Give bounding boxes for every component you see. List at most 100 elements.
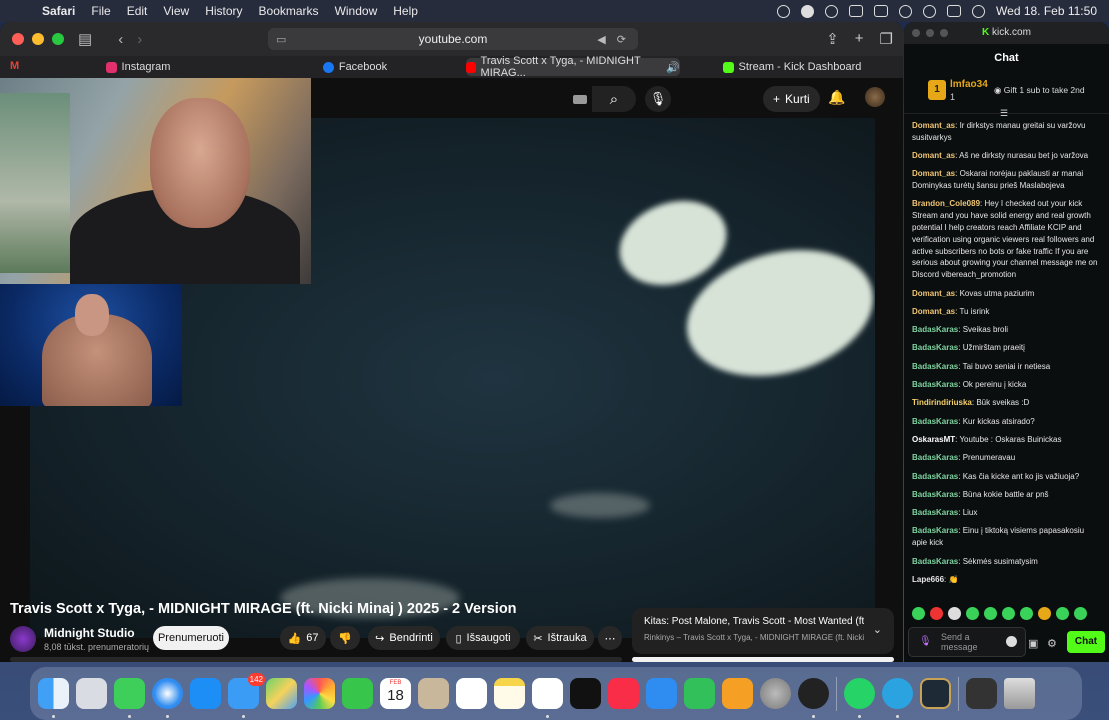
wifi-icon[interactable] bbox=[899, 4, 913, 18]
chat-username[interactable]: BadasKaras bbox=[912, 380, 958, 389]
voice-search-icon[interactable]: 🎙 bbox=[645, 86, 671, 112]
search-button[interactable]: ⌕ bbox=[592, 86, 636, 112]
chevron-down-icon[interactable]: ⌄ bbox=[873, 623, 882, 636]
chat-username[interactable]: BadasKaras bbox=[912, 472, 958, 481]
pinned-toggle-icon[interactable]: ☰ bbox=[1000, 108, 1008, 119]
facetime-icon[interactable] bbox=[342, 678, 373, 709]
finder-icon[interactable] bbox=[38, 678, 69, 718]
chat-input[interactable]: 🎙 Send a message bbox=[908, 627, 1026, 657]
emote-icon[interactable] bbox=[1074, 607, 1087, 620]
chat-username[interactable]: Lape666 bbox=[912, 575, 944, 584]
minimize-window-button[interactable] bbox=[32, 33, 44, 45]
channel-name[interactable]: Midnight Studio bbox=[44, 626, 135, 640]
emote-icon[interactable] bbox=[912, 607, 925, 620]
dislike-button[interactable]: 👎 bbox=[330, 626, 360, 650]
recommendation-card[interactable] bbox=[632, 657, 894, 662]
like-button[interactable]: 👍 67 bbox=[280, 626, 326, 650]
clock[interactable]: Wed 18. Feb 11:50 bbox=[996, 4, 1097, 18]
obs-icon[interactable] bbox=[798, 678, 829, 718]
back-icon[interactable]: ‹ bbox=[118, 31, 123, 48]
description-box[interactable] bbox=[10, 657, 622, 662]
up-next-playlist[interactable]: Kitas: Post Malone, Travis Scott - Most … bbox=[632, 608, 894, 654]
chat-username[interactable]: BadasKaras bbox=[912, 557, 958, 566]
gift-username[interactable]: lmfao34 bbox=[950, 79, 988, 90]
chat-username[interactable]: BadasKaras bbox=[912, 453, 958, 462]
settings-gear-icon[interactable]: ⚙ bbox=[1047, 637, 1057, 650]
battery-icon[interactable] bbox=[874, 5, 889, 17]
chat-username[interactable]: BadasKaras bbox=[912, 508, 958, 517]
account-avatar[interactable] bbox=[865, 87, 885, 107]
chat-username[interactable]: BadasKaras bbox=[912, 490, 958, 499]
emote-icon[interactable] bbox=[930, 607, 943, 620]
vpn-icon[interactable] bbox=[801, 4, 815, 18]
whatsapp-icon[interactable] bbox=[844, 678, 875, 718]
system-settings-icon[interactable] bbox=[760, 678, 791, 709]
mic-icon[interactable]: 🎙 bbox=[919, 636, 932, 647]
forward-icon[interactable]: › bbox=[137, 31, 142, 48]
chat-username[interactable]: Domant_as bbox=[912, 289, 955, 298]
speaker-icon[interactable]: 🔊 bbox=[666, 61, 680, 74]
menu-edit[interactable]: Edit bbox=[119, 4, 156, 18]
chat-username[interactable]: BadasKaras bbox=[912, 362, 958, 371]
emote-icon[interactable] bbox=[1038, 607, 1051, 620]
music-icon[interactable] bbox=[608, 678, 639, 709]
search-icon[interactable] bbox=[923, 4, 937, 18]
control-center-icon[interactable] bbox=[947, 5, 962, 17]
chat-username[interactable]: Domant_as bbox=[912, 307, 955, 316]
keynote-icon[interactable] bbox=[646, 678, 677, 709]
menu-app-name[interactable]: Safari bbox=[34, 4, 83, 18]
photos-icon[interactable] bbox=[304, 678, 335, 709]
status-icon[interactable] bbox=[777, 4, 791, 18]
safari-icon[interactable] bbox=[152, 678, 183, 718]
clip-button[interactable]: ✂ Ištrauka bbox=[526, 626, 594, 650]
league-of-legends-icon[interactable] bbox=[920, 678, 951, 709]
messages-icon[interactable] bbox=[114, 678, 145, 718]
tab-instagram[interactable]: Instagram bbox=[30, 58, 246, 76]
pages-icon[interactable] bbox=[722, 678, 753, 709]
save-button[interactable]: ▯ Išsaugoti bbox=[446, 626, 520, 650]
tv-icon[interactable] bbox=[570, 678, 601, 709]
telegram-icon[interactable] bbox=[882, 678, 913, 718]
emote-icon[interactable] bbox=[1020, 607, 1033, 620]
chat-username[interactable]: Domant_as bbox=[912, 169, 955, 178]
mail-icon[interactable]: 142 bbox=[228, 673, 265, 718]
gift-cta[interactable]: ◉ Gift 1 sub to take 2nd bbox=[994, 85, 1085, 96]
gift-box-icon[interactable]: ▣ bbox=[1028, 637, 1038, 650]
tab-overview-icon[interactable]: ❐ bbox=[880, 30, 893, 48]
share-icon[interactable]: ⇪ bbox=[826, 30, 839, 48]
launchpad-icon[interactable] bbox=[76, 678, 107, 709]
freeform-icon[interactable] bbox=[532, 678, 563, 718]
close-window-button[interactable] bbox=[12, 33, 24, 45]
menu-window[interactable]: Window bbox=[327, 4, 386, 18]
address-bar[interactable]: ▭ youtube.com ◀ ⟳ bbox=[268, 28, 638, 50]
menu-bookmarks[interactable]: Bookmarks bbox=[251, 4, 327, 18]
emote-icon[interactable] bbox=[966, 607, 979, 620]
more-actions-button[interactable]: ⋯ bbox=[598, 626, 622, 650]
play-icon[interactable] bbox=[825, 4, 839, 18]
emote-icon[interactable] bbox=[948, 607, 961, 620]
notes-icon[interactable] bbox=[494, 678, 525, 709]
recent-window-icon[interactable] bbox=[966, 678, 997, 709]
chat-username[interactable]: Tindirindiriuska bbox=[912, 398, 972, 407]
share-button[interactable]: ↪ Bendrinti bbox=[368, 626, 440, 650]
reminders-icon[interactable] bbox=[456, 678, 487, 709]
chat-username[interactable]: BadasKaras bbox=[912, 417, 958, 426]
chat-username[interactable]: BadasKaras bbox=[912, 325, 958, 334]
chat-username[interactable]: Brandon_Cole089 bbox=[912, 199, 980, 208]
tab-facebook[interactable]: Facebook bbox=[246, 58, 464, 76]
tab-kick[interactable]: Stream - Kick Dashboard bbox=[682, 58, 902, 76]
create-button[interactable]: + Kurti bbox=[763, 86, 820, 112]
emote-icon[interactable] bbox=[1056, 607, 1069, 620]
calendar-icon[interactable]: FEB 18 bbox=[380, 678, 411, 709]
keyboard-icon[interactable] bbox=[573, 95, 587, 104]
chat-username[interactable]: BadasKaras bbox=[912, 343, 958, 352]
app-store-icon[interactable] bbox=[190, 678, 221, 709]
maps-icon[interactable] bbox=[266, 678, 297, 709]
keyboard-a-icon[interactable] bbox=[849, 5, 864, 17]
chat-username[interactable]: Domant_as bbox=[912, 151, 955, 160]
numbers-icon[interactable] bbox=[684, 678, 715, 709]
zoom-window-button[interactable] bbox=[52, 33, 64, 45]
emote-icon[interactable] bbox=[984, 607, 997, 620]
emote-icon[interactable] bbox=[1002, 607, 1015, 620]
user-icon[interactable] bbox=[972, 4, 986, 18]
